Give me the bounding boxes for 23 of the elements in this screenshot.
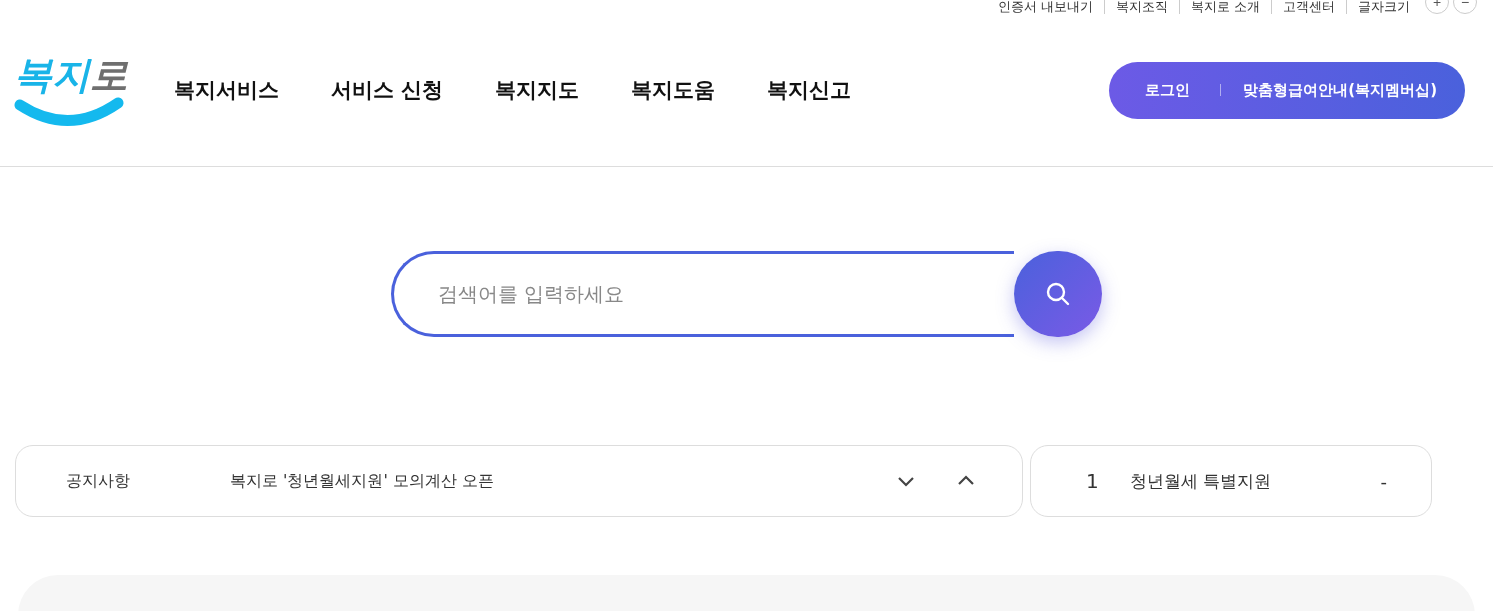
nav-link[interactable]: 서비스 신청 bbox=[331, 76, 444, 104]
nav-link[interactable]: 복지도움 bbox=[631, 76, 716, 104]
search-field[interactable]: 검색어를 입력하세요 bbox=[391, 251, 1014, 337]
utility-link[interactable]: 고객센터 bbox=[1271, 0, 1346, 14]
logo-text[interactable]: 복지로 bbox=[14, 53, 128, 97]
rank-number: 1 bbox=[1086, 469, 1100, 493]
membership-link[interactable]: 맞춤형급여안내(복지멤버십) bbox=[1243, 80, 1437, 100]
notice-link[interactable]: 복지로 '청년월세지원' 모의계산 오픈 bbox=[230, 470, 856, 492]
nav-link[interactable]: 복지지도 bbox=[495, 76, 580, 104]
nav-link[interactable]: 복지서비스 bbox=[174, 76, 279, 104]
utility-link[interactable]: 인증서 내보내기 bbox=[986, 0, 1104, 14]
login-link[interactable]: 로그인 bbox=[1145, 80, 1191, 100]
search-button[interactable] bbox=[1014, 251, 1102, 337]
nav-link[interactable]: 복지신고 bbox=[767, 76, 852, 104]
smile-curve-icon bbox=[14, 97, 124, 127]
font-size-button[interactable]: − bbox=[1453, 0, 1477, 14]
utility-link[interactable]: 복지로 소개 bbox=[1178, 0, 1271, 14]
utility-link[interactable]: 글자크기 bbox=[1346, 0, 1421, 14]
utility-link[interactable]: 복지조직 bbox=[1103, 0, 1179, 14]
rank-change: - bbox=[1380, 470, 1387, 492]
notice-label: 공지사항 bbox=[66, 470, 131, 492]
popular-keyword-link[interactable]: 청년월세 특별지원 bbox=[1130, 469, 1381, 493]
search-icon bbox=[1045, 281, 1071, 307]
